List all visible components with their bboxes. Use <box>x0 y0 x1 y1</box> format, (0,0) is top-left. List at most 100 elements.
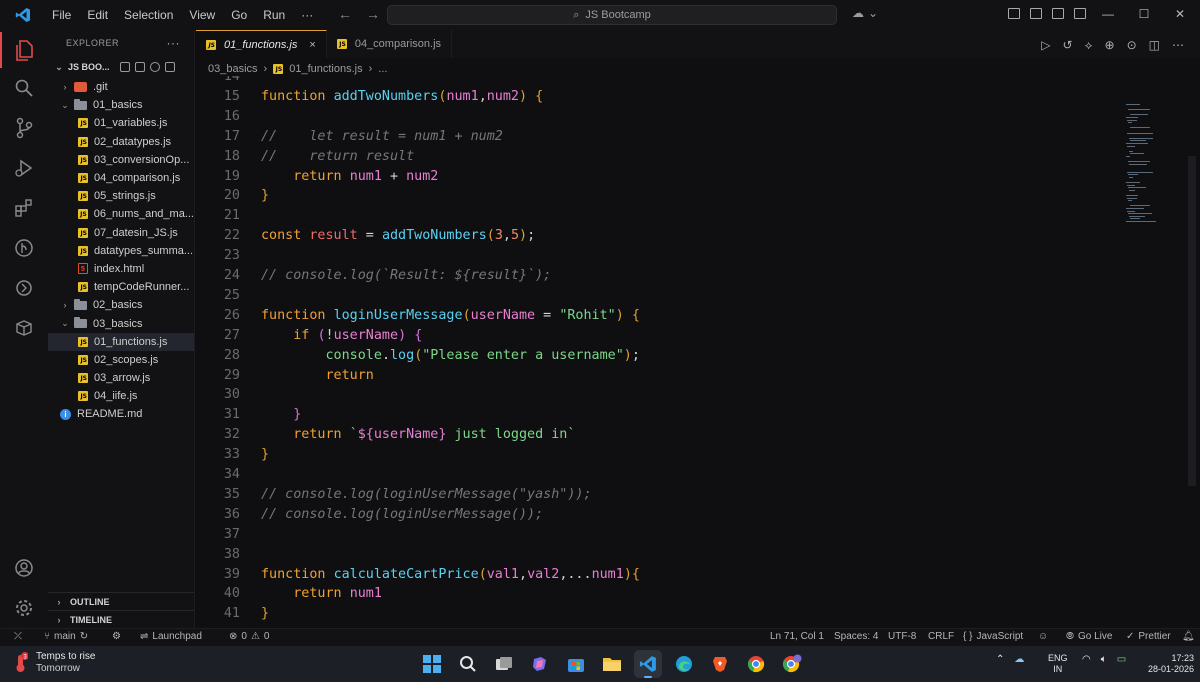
copilot-app-icon[interactable] <box>526 650 554 678</box>
tree-file[interactable]: JS 02_datatypes.js <box>48 133 194 151</box>
minimize-icon[interactable]: — <box>1090 0 1126 30</box>
code-line[interactable]: 41} <box>196 604 269 624</box>
tree-file[interactable]: JS datatypes_summa... <box>48 242 194 260</box>
docker-icon[interactable] <box>0 310 48 346</box>
tree-file[interactable]: JS 02_scopes.js <box>48 351 194 369</box>
code-line[interactable]: 25 <box>196 286 261 306</box>
tree-file[interactable]: i README.md <box>48 405 194 423</box>
menu-item-more[interactable]: ··· <box>293 0 321 30</box>
back-arrow-icon[interactable]: ← <box>338 6 352 22</box>
clock[interactable]: 17:23 28-01-2026 <box>1148 653 1194 675</box>
code-line[interactable]: 19 return num1 + num2 <box>196 167 439 187</box>
edge-browser-icon[interactable] <box>670 650 698 678</box>
code-line[interactable]: 36 // console.log(loginUserMessage()); <box>196 505 543 525</box>
explorer-more-icon[interactable]: ··· <box>167 36 181 50</box>
toggle-panel-icon[interactable] <box>1030 8 1042 19</box>
git-graph-status-icon[interactable]: ⚙ <box>112 631 121 642</box>
code-line[interactable]: 39 function calculateCartPrice(val1,val2,… <box>196 565 640 585</box>
code-line[interactable]: 37 <box>196 525 261 545</box>
code-editor[interactable]: 14 15 function addTwoNumbers(num1,num2) { 1… <box>196 76 1116 628</box>
extensions-icon[interactable] <box>0 190 48 226</box>
code-line[interactable]: 32 return `${userName} just logged in` <box>196 425 576 445</box>
workspace-root[interactable]: ⌄ JS BOO... <box>48 56 194 78</box>
menu-item-view[interactable]: View <box>181 0 223 30</box>
code-line[interactable]: 20} <box>196 186 269 206</box>
open-changes-icon[interactable]: ⊕ <box>1105 38 1115 53</box>
source-control-icon[interactable] <box>0 110 48 146</box>
code-line[interactable]: 18 // return result <box>196 147 414 167</box>
search-icon[interactable] <box>0 70 48 106</box>
code-line[interactable]: 29 return <box>196 366 374 386</box>
brave-browser-icon[interactable] <box>706 650 734 678</box>
encoding[interactable]: UTF-8 <box>888 631 916 642</box>
remote-indicator-icon[interactable]: ⤫ <box>14 631 22 642</box>
new-folder-icon[interactable] <box>134 62 145 72</box>
more-actions-icon[interactable]: ⋯ <box>1172 38 1184 53</box>
git-lens-icon[interactable]: ⊙ <box>1127 38 1137 53</box>
toggle-sidebar-icon[interactable] <box>1008 8 1020 19</box>
customize-layout-icon[interactable] <box>1074 8 1086 19</box>
breadcrumb-more[interactable]: ... <box>378 63 387 75</box>
explorer-icon[interactable] <box>0 32 48 68</box>
vscode-logo-icon[interactable] <box>10 6 36 24</box>
git-graph-icon[interactable] <box>0 230 48 266</box>
menu-item-run[interactable]: Run <box>255 0 293 30</box>
task-view-icon[interactable] <box>490 650 518 678</box>
maximize-icon[interactable]: ☐ <box>1126 0 1162 30</box>
go-live-button[interactable]: ⦾ Go Live <box>1066 631 1112 642</box>
breadcrumb-folder[interactable]: 03_basics <box>208 63 258 75</box>
tree-file[interactable]: JS 04_comparison.js <box>48 169 194 187</box>
code-line[interactable]: 15 function addTwoNumbers(num1,num2) { <box>196 87 543 107</box>
compare-icon[interactable]: ⟡ <box>1085 38 1093 53</box>
code-line[interactable]: 14 <box>196 76 261 87</box>
notifications-bell-icon[interactable]: 🔔︎ <box>1182 631 1195 642</box>
microsoft-store-icon[interactable] <box>562 650 590 678</box>
code-line[interactable]: 22 const result = addTwoNumbers(3,5); <box>196 226 535 246</box>
windows-start-icon[interactable] <box>418 650 446 678</box>
collapse-all-icon[interactable] <box>164 62 175 72</box>
account-icon[interactable] <box>0 550 48 586</box>
copilot-menu[interactable]: ☁ ⌄ <box>852 6 878 20</box>
menu-item-selection[interactable]: Selection <box>116 0 181 30</box>
split-editor-icon[interactable]: ◫ <box>1149 38 1160 53</box>
remote-explorer-icon[interactable] <box>0 270 48 306</box>
language-indicator[interactable]: ENG IN <box>1048 653 1068 675</box>
forward-arrow-icon[interactable]: → <box>366 6 380 22</box>
close-tab-icon[interactable]: × <box>309 39 315 51</box>
code-line[interactable]: 35 // console.log(loginUserMessage("yash"… <box>196 485 592 505</box>
code-line[interactable]: 34 <box>196 465 261 485</box>
run-debug-icon[interactable] <box>0 150 48 186</box>
settings-gear-icon[interactable] <box>0 590 48 626</box>
code-line[interactable]: 38 <box>196 545 261 565</box>
problems-indicator[interactable]: ⊗ 0 ⚠ 0 <box>229 631 269 642</box>
close-icon[interactable]: ✕ <box>1162 0 1198 30</box>
tree-folder[interactable]: ⌄ 01_basics <box>48 96 194 114</box>
refresh-icon[interactable] <box>149 62 160 72</box>
onedrive-icon[interactable]: ☁ <box>1014 654 1024 665</box>
outline-section[interactable]: › OUTLINE <box>48 592 194 610</box>
breadcrumb-file[interactable]: 01_functions.js <box>289 63 362 75</box>
code-line[interactable]: 17 // let result = num1 + num2 <box>196 127 503 147</box>
code-line[interactable]: 30 <box>196 385 261 405</box>
menu-item-file[interactable]: File <box>44 0 79 30</box>
file-explorer-icon[interactable] <box>598 650 626 678</box>
tree-file[interactable]: JS 04_iife.js <box>48 387 194 405</box>
tree-file[interactable]: JS 03_arrow.js <box>48 369 194 387</box>
tree-file[interactable]: JS 06_nums_and_ma... <box>48 205 194 223</box>
code-line[interactable]: 28 console.log("Please enter a username"… <box>196 346 640 366</box>
code-line[interactable]: 26 function loginUserMessage(userName = "… <box>196 306 640 326</box>
tab-04-comparison[interactable]: JS 04_comparison.js <box>327 30 453 58</box>
cursor-position[interactable]: Ln 71, Col 1 <box>770 631 824 642</box>
end-of-line[interactable]: CRLF <box>928 631 954 642</box>
vscode-taskbar-icon[interactable] <box>634 650 662 678</box>
copilot-status-icon[interactable]: ☺ <box>1038 631 1048 642</box>
tree-file[interactable]: JS 01_functions.js <box>48 332 194 351</box>
toggle-secondary-sidebar-icon[interactable] <box>1052 8 1064 19</box>
tree-folder[interactable]: › 02_basics <box>48 296 194 314</box>
network-volume-battery[interactable]: ◠ 🔈︎ ▭ <box>1082 654 1126 665</box>
show-hidden-icons-icon[interactable]: ⌃ <box>996 654 1004 665</box>
code-line[interactable]: 31 } <box>196 405 301 425</box>
menu-item-edit[interactable]: Edit <box>79 0 116 30</box>
tree-file[interactable]: JS 03_conversionOp... <box>48 151 194 169</box>
chrome-browser-icon[interactable] <box>742 650 770 678</box>
